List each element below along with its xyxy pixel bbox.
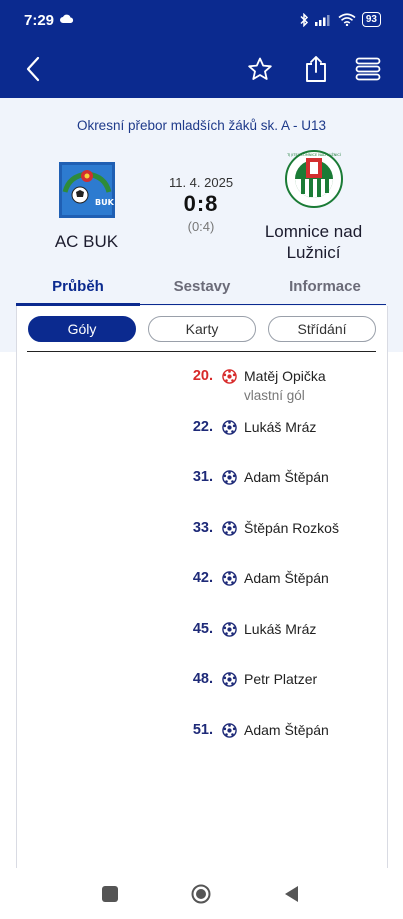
goal-event-row: 22. Lukáš Mráz [17,419,389,461]
goal-minute: 22. [192,418,213,435]
goal-minute: 31. [192,469,213,485]
home-team[interactable]: BUK AC BUK [24,162,149,252]
home-team-name: AC BUK [54,232,119,251]
system-icons: 93 [300,12,381,27]
football-icon [222,520,237,536]
goal-scorer[interactable]: Adam Štěpán [244,469,329,485]
star-icon [248,57,272,80]
match-date: 11. 4. 2025 [168,175,234,190]
bluetooth-icon [300,12,308,27]
match-score: 0:8 [183,191,219,216]
filter-cards[interactable]: Karty [148,316,256,342]
status-bar: 7:29 93 [0,0,403,40]
score-box: 11. 4. 2025 0:8 (0:4) [152,175,250,234]
tab-informace[interactable]: Informace [264,278,386,295]
goal-minute: 33. [192,519,213,536]
away-team-logo: TJ JITEX LOMNICE NAD LUŽNICÍ [284,150,343,208]
goal-minute: 45. [192,620,213,637]
football-icon [222,571,237,586]
signal-icon [314,15,330,26]
favorite-button[interactable] [243,52,277,86]
back-button[interactable] [16,52,50,86]
goal-event-row: 31. Adam Štěpán [17,469,389,511]
goal-minute: 51. [192,721,213,738]
home-logo-text: BUK [95,198,115,207]
goal-minute: 20. [192,368,213,384]
home-team-logo: BUK [58,162,115,218]
competition-name: Okresní přebor mladších žáků sk. A - U13 [76,118,327,133]
filter-goals[interactable]: Góly [28,316,136,342]
football-icon [222,470,237,485]
football-icon [222,672,237,687]
goal-scorer[interactable]: Lukáš Mráz [244,621,316,637]
goal-event-row: 33. Štěpán Rozkoš [17,520,389,562]
goal-scorer[interactable]: Adam Štěpán [244,722,329,738]
football-icon [222,419,237,435]
share-button[interactable] [299,52,333,86]
away-team[interactable]: TJ JITEX LOMNICE NAD LUŽNICÍ Lomnice nad… [246,150,381,263]
tab-sestavy[interactable]: Sestavy [140,278,264,295]
cloud-icon [60,14,74,23]
battery-indicator: 93 [361,12,381,27]
away-logo-text: TJ JITEX LOMNICE NAD LUŽNICÍ [286,152,341,157]
goal-minute: 42. [192,570,213,586]
goal-event-row: 51. Adam Štěpán [17,722,389,764]
filters-divider [27,351,376,352]
goal-minute: 48. [192,671,213,687]
match-tabs: Průběh Sestavy Informace [16,272,386,306]
halftime-score: (0:4) [187,219,215,234]
football-icon [222,369,237,384]
status-time: 7:29 [24,12,55,29]
system-navigation-bar [0,868,403,919]
home-icon[interactable] [191,884,211,904]
goal-scorer[interactable]: Štěpán Rozkoš [244,520,339,536]
back-nav-icon[interactable] [282,884,302,904]
goal-event-row: 42. Adam Štěpán [17,570,389,612]
wifi-icon [338,13,356,26]
away-team-name: Lomnice nad Lužnicí [264,222,363,262]
recent-apps-icon[interactable] [100,884,120,904]
filter-substitutions[interactable]: Střídání [268,316,376,342]
app-bar [0,40,403,98]
goal-event-row: 45. Lukáš Mráz [17,621,389,663]
event-filters: Góly Karty Střídání [28,316,376,342]
goal-scorer[interactable]: Lukáš Mráz [244,419,316,435]
tab-prubeh[interactable]: Průběh [16,278,140,295]
chevron-left-icon [26,56,40,82]
football-icon [222,722,237,738]
goal-scorer[interactable]: Adam Štěpán [244,570,329,586]
football-icon [222,621,237,637]
goal-scorer[interactable]: Petr Platzer [244,671,317,687]
share-icon [306,56,326,82]
goal-note: vlastní gól [244,388,305,403]
goal-event-row: 48. Petr Platzer [17,671,389,713]
goals-panel: Góly Karty Střídání 20. Matěj Opička vlast… [16,306,388,868]
hamburger-menu-icon [355,57,381,81]
goal-scorer[interactable]: Matěj Opička [244,368,326,384]
menu-button[interactable] [351,52,385,86]
goal-event-row: 20. Matěj Opička vlastní gól [17,368,389,410]
